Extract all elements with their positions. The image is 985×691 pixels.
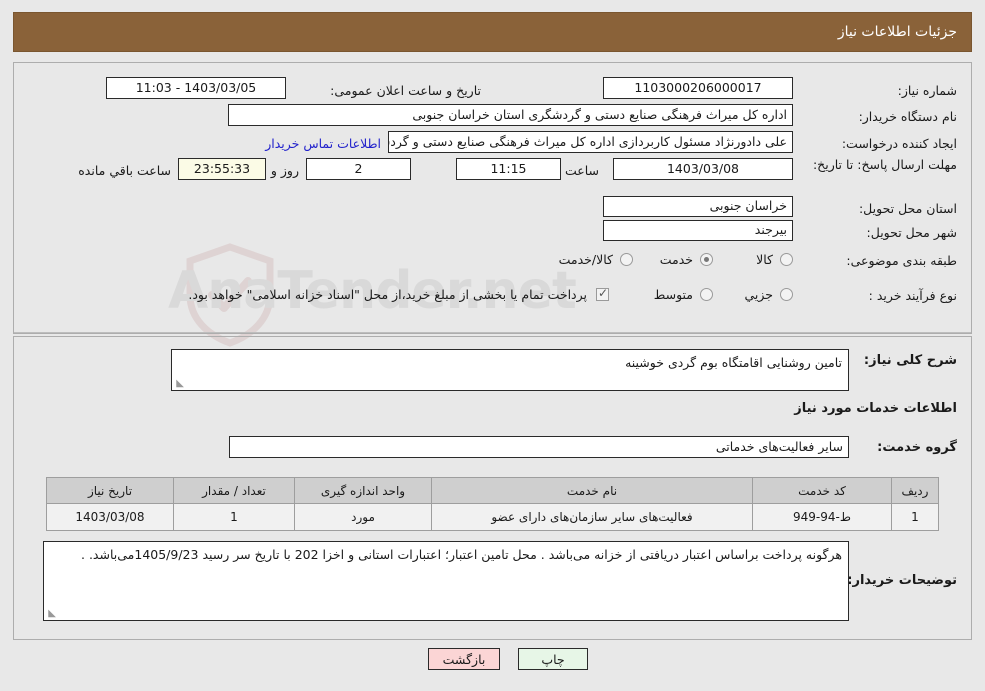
islamic-treasury-text: پرداخت تمام یا بخشی از مبلغ خرید،از محل … xyxy=(188,287,587,302)
page-title-bar: جزئیات اطلاعات نیاز xyxy=(13,12,972,52)
radio-process-motavaset-label: متوسط xyxy=(653,287,693,302)
radio-category-kala-label: کالا xyxy=(756,252,773,267)
announce-value: 11:03 - 1403/03/05 xyxy=(106,77,286,99)
city-value: بیرجند xyxy=(603,220,793,241)
resize-grip-icon-2[interactable]: ◣ xyxy=(46,609,56,619)
need-number-label: شماره نیاز: xyxy=(897,83,957,98)
services-section-title: اطلاعات خدمات مورد نیاز xyxy=(794,401,957,416)
deadline-date: 1403/03/08 xyxy=(613,158,793,180)
radio-category-kala-khedmat-label: کالا/خدمت xyxy=(558,252,613,267)
need-info-panel: شماره نیاز: 1103000206000017 تاریخ و ساع… xyxy=(13,62,972,334)
service-details-panel: شرح کلی نیاز: تامین روشنایی اقامتگاه بوم… xyxy=(13,336,972,640)
city-label: شهر محل تحویل: xyxy=(866,225,957,240)
buyer-contact-link[interactable]: اطلاعات تماس خریدار xyxy=(265,136,381,151)
announce-label: تاریخ و ساعت اعلان عمومی: xyxy=(330,83,481,98)
checkbox-islamic-treasury[interactable] xyxy=(596,286,609,301)
radio-category-khedmat-label: خدمت xyxy=(659,252,693,267)
need-number-value: 1103000206000017 xyxy=(603,77,793,99)
radio-process-motavaset[interactable] xyxy=(700,288,713,301)
buyer-notes-value: هرگونه پرداخت براساس اعتبار دریافتی از خ… xyxy=(81,547,842,562)
days-remaining-value: 2 xyxy=(306,158,411,180)
radio-category-kala[interactable] xyxy=(780,253,793,266)
province-value: خراسان جنوبی xyxy=(603,196,793,217)
deadline-hour-value: 11:15 xyxy=(456,158,561,180)
service-group-label: گروه خدمت: xyxy=(877,440,957,455)
buyer-notes-label: توضیحات خریدار: xyxy=(847,573,957,588)
back-button[interactable]: بازگشت xyxy=(428,648,500,670)
page-title: جزئیات اطلاعات نیاز xyxy=(837,24,957,40)
requester-value: علی دادورنژاد مسئول کاربردازی اداره کل م… xyxy=(388,131,793,153)
service-group-value: سایر فعالیت‌های خدماتی xyxy=(229,436,849,458)
radio-process-jozi-label: جزیي xyxy=(744,287,773,302)
deadline-label: مهلت ارسال پاسخ: تا تاریخ: xyxy=(812,157,957,172)
radio-category-khedmat[interactable] xyxy=(700,253,713,266)
buyer-org-value: اداره کل میراث فرهنگی صنایع دستی و گردشگ… xyxy=(228,104,793,126)
process-label: نوع فرآیند خرید : xyxy=(868,288,957,303)
remaining-suffix-label: ساعت باقي مانده xyxy=(78,163,171,178)
general-need-textarea[interactable]: تامین روشنایی اقامتگاه بوم گردی خوشینه ◣ xyxy=(171,349,849,391)
general-need-value: تامین روشنایی اقامتگاه بوم گردی خوشینه xyxy=(625,355,842,370)
buyer-org-label: نام دستگاه خریدار: xyxy=(858,109,957,124)
requester-label: ایجاد کننده درخواست: xyxy=(841,136,957,151)
category-label: طبقه بندی موضوعی: xyxy=(846,253,957,268)
print-button[interactable]: چاپ xyxy=(518,648,588,670)
radio-process-jozi[interactable] xyxy=(780,288,793,301)
deadline-hour-label: ساعت xyxy=(564,163,599,178)
time-remaining-value: 23:55:33 xyxy=(178,158,266,180)
buyer-notes-textarea[interactable]: هرگونه پرداخت براساس اعتبار دریافتی از خ… xyxy=(43,541,849,621)
days-word-label: روز و xyxy=(270,163,299,178)
radio-category-kala-khedmat[interactable] xyxy=(620,253,633,266)
resize-grip-icon[interactable]: ◣ xyxy=(174,379,184,389)
province-label: استان محل تحویل: xyxy=(858,201,957,216)
general-need-label: شرح کلی نیاز: xyxy=(863,353,957,368)
